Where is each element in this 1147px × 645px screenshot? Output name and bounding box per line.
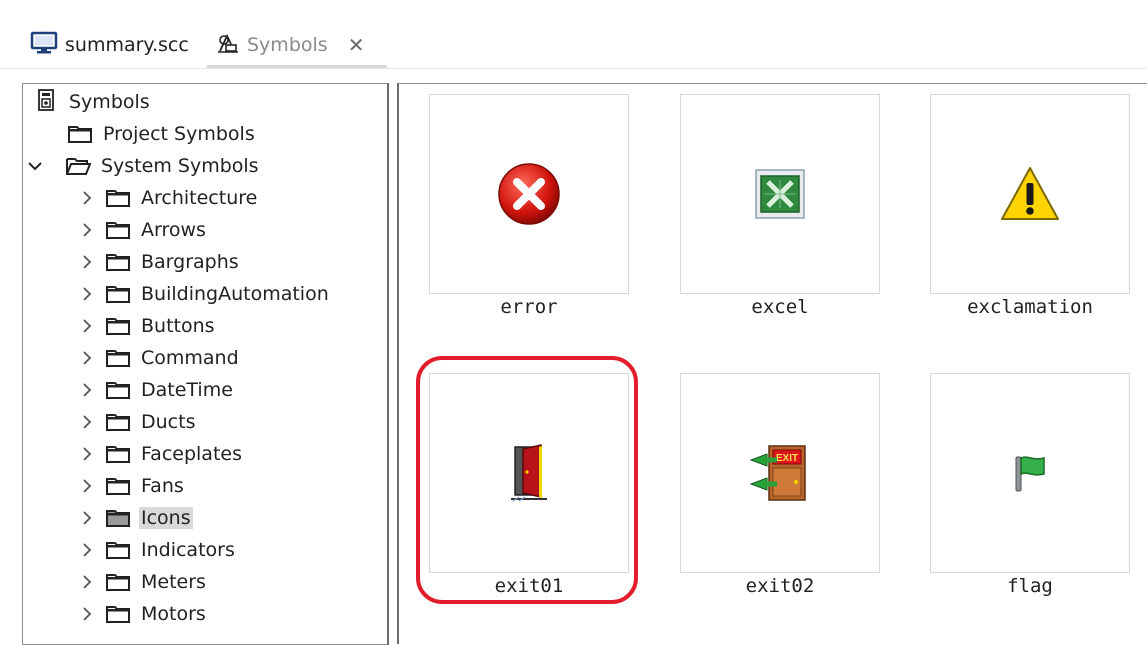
tree-item-meters[interactable]: Meters bbox=[77, 566, 208, 598]
tree-item-command[interactable]: Command bbox=[77, 342, 241, 374]
monitor-icon bbox=[30, 31, 58, 60]
tree-item-ducts[interactable]: Ducts bbox=[77, 406, 197, 438]
symbol-tile-excel[interactable] bbox=[680, 94, 880, 294]
symbol-tile-error[interactable] bbox=[429, 94, 629, 294]
tree-label: Indicators bbox=[141, 539, 235, 561]
folder-icon bbox=[105, 476, 131, 496]
tree-item-buttons[interactable]: Buttons bbox=[77, 310, 217, 342]
tab-summary-label: summary.scc bbox=[65, 34, 189, 56]
tree-item-project-symbols[interactable]: Project Symbols bbox=[67, 118, 257, 150]
symbol-label: excel bbox=[751, 296, 809, 318]
tree-label: DateTime bbox=[141, 379, 233, 401]
chevron-right-icon[interactable] bbox=[77, 316, 97, 336]
folder-icon bbox=[105, 412, 131, 432]
tree-label: Ducts bbox=[141, 411, 196, 433]
tree-label: Fans bbox=[141, 475, 184, 497]
chevron-right-icon[interactable] bbox=[77, 380, 97, 400]
folder-icon bbox=[105, 252, 131, 272]
error-icon bbox=[430, 95, 628, 293]
tree-label: Motors bbox=[141, 603, 206, 625]
exit-sign-icon: EXIT bbox=[681, 374, 879, 572]
tree-label: System Symbols bbox=[101, 155, 259, 177]
symbols-icon bbox=[217, 32, 239, 59]
tree-item-bargraphs[interactable]: Bargraphs bbox=[77, 246, 241, 278]
folder-icon bbox=[105, 380, 131, 400]
tree-item-faceplates[interactable]: Faceplates bbox=[77, 438, 244, 470]
close-icon[interactable]: ✕ bbox=[348, 33, 365, 57]
tree-label: Buttons bbox=[141, 315, 215, 337]
tree-label: Bargraphs bbox=[141, 251, 239, 273]
tab-bar-divider bbox=[0, 68, 1147, 69]
chevron-right-icon[interactable] bbox=[77, 188, 97, 208]
tree-label: Arrows bbox=[141, 219, 206, 241]
symbol-tree-panel[interactable]: Symbols Project Symbols System Symbols A… bbox=[22, 83, 389, 645]
symbol-library-icon bbox=[37, 88, 55, 116]
chevron-right-icon[interactable] bbox=[77, 444, 97, 464]
tree-item-buildingautomation[interactable]: BuildingAutomation bbox=[77, 278, 331, 310]
tab-symbols[interactable]: Symbols ✕ bbox=[207, 28, 387, 62]
symbol-tile-exit02[interactable]: EXIT bbox=[680, 373, 880, 573]
tab-symbols-label: Symbols bbox=[247, 34, 328, 56]
symbol-label: error bbox=[500, 296, 558, 318]
folder-icon bbox=[105, 284, 131, 304]
exclamation-icon bbox=[931, 95, 1129, 293]
tree-item-datetime[interactable]: DateTime bbox=[77, 374, 235, 406]
folder-icon bbox=[67, 124, 93, 144]
tree-item-motors[interactable]: Motors bbox=[77, 598, 208, 630]
folder-icon bbox=[105, 316, 131, 336]
tree-item-system-symbols[interactable]: System Symbols bbox=[25, 150, 261, 182]
tree-label: Icons bbox=[139, 507, 193, 529]
tree-label: Project Symbols bbox=[103, 123, 255, 145]
tree-label: Meters bbox=[141, 571, 206, 593]
symbol-tile-exclamation[interactable] bbox=[930, 94, 1130, 294]
symbol-label: exit01 bbox=[494, 575, 564, 597]
door-exit-icon bbox=[430, 374, 628, 572]
folder-icon bbox=[105, 348, 131, 368]
chevron-right-icon[interactable] bbox=[77, 348, 97, 368]
tree-item-arrows[interactable]: Arrows bbox=[77, 214, 208, 246]
folder-open-icon bbox=[65, 156, 91, 176]
tree-item-icons[interactable]: Icons bbox=[77, 502, 193, 534]
symbol-label: flag bbox=[1007, 575, 1053, 597]
symbol-tile-flag[interactable] bbox=[930, 373, 1130, 573]
tree-item-indicators[interactable]: Indicators bbox=[77, 534, 237, 566]
chevron-right-icon[interactable] bbox=[77, 604, 97, 624]
svg-text:EXIT: EXIT bbox=[776, 453, 798, 464]
chevron-right-icon[interactable] bbox=[77, 284, 97, 304]
folder-icon bbox=[105, 188, 131, 208]
folder-icon bbox=[105, 220, 131, 240]
folder-icon bbox=[105, 572, 131, 592]
tree-item-fans[interactable]: Fans bbox=[77, 470, 186, 502]
symbol-tile-exit01[interactable] bbox=[429, 373, 629, 573]
symbol-label: exclamation bbox=[967, 296, 1093, 318]
folder-icon bbox=[105, 444, 131, 464]
tree-label: BuildingAutomation bbox=[141, 283, 329, 305]
editor-tab-bar: summary.scc Symbols ✕ bbox=[0, 0, 1147, 68]
tree-item-symbols-root[interactable]: Symbols bbox=[37, 86, 152, 118]
chevron-right-icon[interactable] bbox=[77, 476, 97, 496]
chevron-right-icon[interactable] bbox=[77, 540, 97, 560]
tree-item-architecture[interactable]: Architecture bbox=[77, 182, 259, 214]
folder-icon bbox=[105, 540, 131, 560]
chevron-right-icon[interactable] bbox=[77, 508, 97, 528]
flag-icon bbox=[931, 374, 1129, 572]
chevron-down-icon[interactable] bbox=[25, 156, 45, 176]
chevron-right-icon[interactable] bbox=[77, 252, 97, 272]
symbol-grid-panel[interactable]: error excel exclamation EXIT exit01 exit… bbox=[397, 83, 1147, 644]
tree-label: Faceplates bbox=[141, 443, 242, 465]
chevron-right-icon[interactable] bbox=[77, 412, 97, 432]
folder-icon bbox=[105, 508, 131, 528]
tree-label: Command bbox=[141, 347, 239, 369]
tree-label: Architecture bbox=[141, 187, 258, 209]
chevron-right-icon[interactable] bbox=[77, 220, 97, 240]
chevron-right-icon[interactable] bbox=[77, 572, 97, 592]
tree-label: Symbols bbox=[69, 91, 150, 113]
tab-summary[interactable]: summary.scc bbox=[30, 28, 189, 62]
symbol-label: exit02 bbox=[745, 575, 815, 597]
excel-icon bbox=[681, 95, 879, 293]
folder-icon bbox=[105, 604, 131, 624]
